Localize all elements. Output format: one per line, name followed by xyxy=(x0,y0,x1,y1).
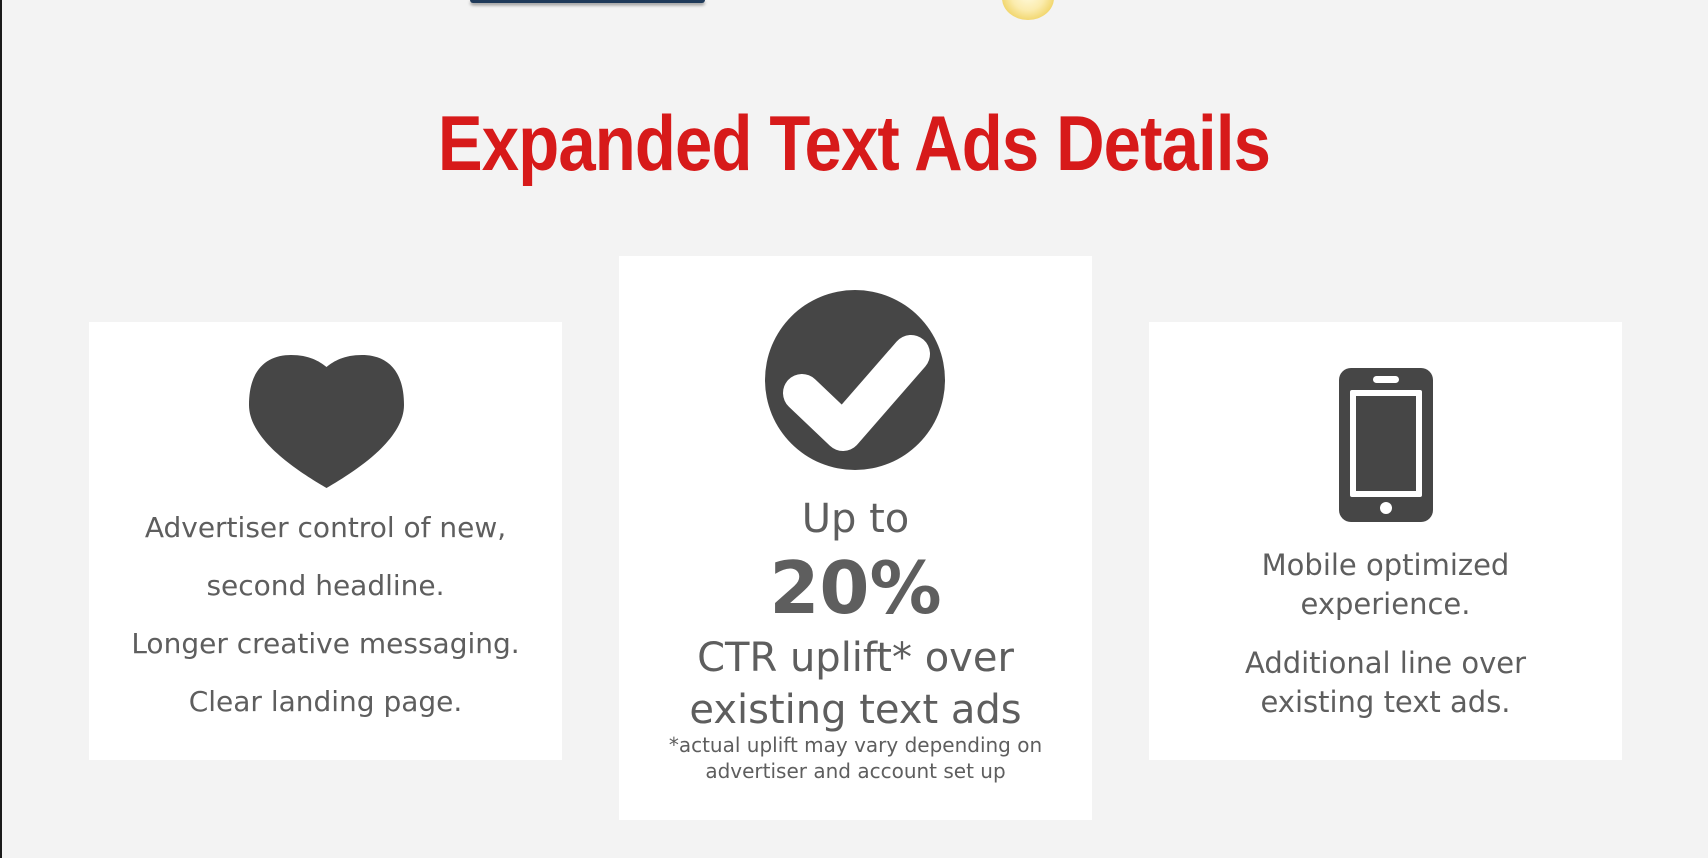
window-left-edge xyxy=(0,0,2,858)
mobile-optimized-text: Mobile optimized experience. xyxy=(1149,546,1622,624)
ctr-line: CTR uplift* over xyxy=(697,635,1014,681)
right-line: Mobile optimized xyxy=(1261,548,1510,582)
card-left-line: second headline. xyxy=(206,569,445,602)
card-left-line: Longer creative messaging. xyxy=(131,627,520,660)
card-left-line: Clear landing page. xyxy=(188,685,463,718)
ctr-line: existing text ads xyxy=(689,687,1022,733)
additional-line-text: Additional line over existing text ads. xyxy=(1149,644,1622,722)
card-left-line: Advertiser control of new, xyxy=(144,511,507,544)
card-headline-control: Advertiser control of new, second headli… xyxy=(89,322,562,760)
check-circle-icon xyxy=(765,290,945,470)
footnote-line: *actual uplift may vary depending on xyxy=(668,733,1043,757)
uplift-percentage: 20% xyxy=(769,546,942,630)
smartphone-icon xyxy=(1339,368,1433,522)
card-mobile-optimized: Mobile optimized experience. Additional … xyxy=(1149,322,1622,760)
right-line: existing text ads. xyxy=(1260,685,1511,719)
card-ctr-uplift: Up to 20% CTR uplift* over existing text… xyxy=(619,256,1092,820)
page-title: Expanded Text Ads Details xyxy=(437,99,1271,187)
heart-icon xyxy=(249,355,404,488)
card-left-text: Advertiser control of new, second headli… xyxy=(89,499,562,731)
light-bulb-icon xyxy=(1002,0,1054,20)
footnote: *actual uplift may vary depending on adv… xyxy=(619,732,1092,784)
right-line: Additional line over xyxy=(1244,646,1527,680)
up-to-label: Up to xyxy=(801,496,910,542)
top-button-fragment[interactable] xyxy=(470,0,705,3)
right-line: experience. xyxy=(1300,587,1471,621)
ctr-uplift-text: CTR uplift* over existing text ads xyxy=(619,632,1092,736)
footnote-line: advertiser and account set up xyxy=(705,759,1006,783)
